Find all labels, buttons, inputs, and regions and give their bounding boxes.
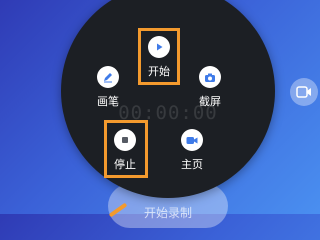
draw-label: 画笔 bbox=[97, 95, 119, 108]
draw-icon-circle bbox=[97, 66, 119, 88]
highlight-stop bbox=[104, 120, 148, 178]
screenshot-icon-circle bbox=[199, 66, 221, 88]
highlight-start bbox=[138, 28, 180, 85]
home-label: 主页 bbox=[181, 158, 203, 171]
video-record-icon bbox=[296, 86, 311, 98]
floating-record-button[interactable] bbox=[290, 78, 318, 106]
camera-icon bbox=[205, 73, 215, 82]
pen-icon bbox=[104, 73, 112, 83]
screen: 开始录制 00:00:00 开始 画笔 截屏 停止 主页 bbox=[0, 0, 320, 228]
video-camera-icon bbox=[186, 136, 198, 144]
home-button[interactable]: 主页 bbox=[177, 129, 207, 172]
draw-button[interactable]: 画笔 bbox=[93, 66, 123, 109]
screenshot-button[interactable]: 截屏 bbox=[195, 66, 225, 109]
screenshot-label: 截屏 bbox=[199, 95, 221, 108]
home-icon-circle bbox=[181, 129, 203, 151]
